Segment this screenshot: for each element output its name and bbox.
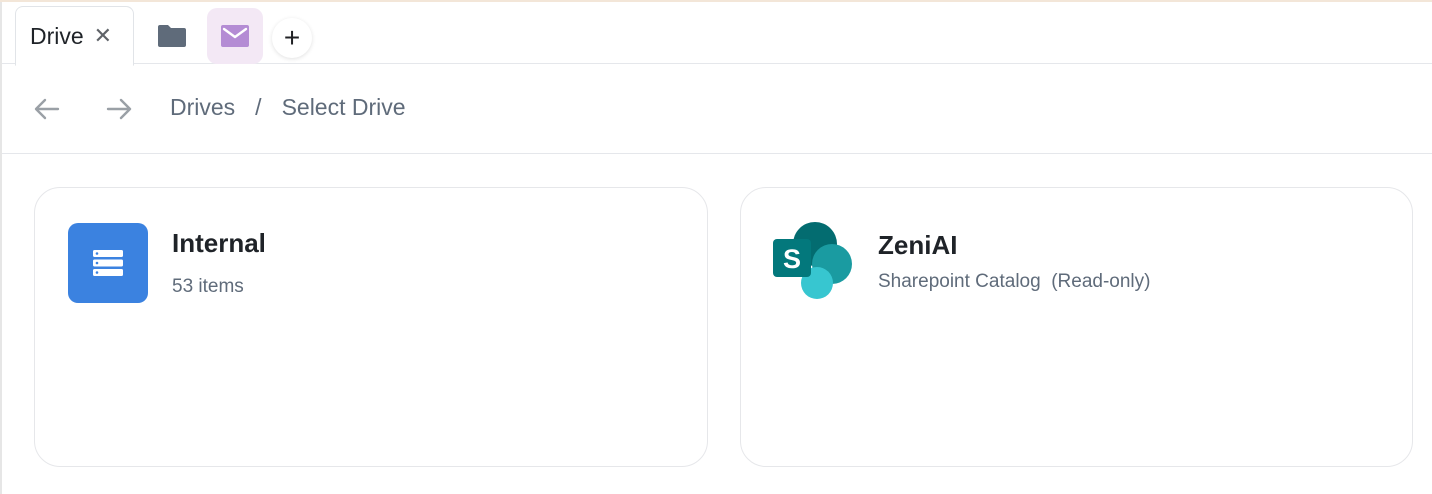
sharepoint-icon: S xyxy=(773,222,852,299)
breadcrumb-drives[interactable]: Drives xyxy=(170,94,235,121)
breadcrumb-current: Select Drive xyxy=(281,94,406,120)
tab-drive-label: Drive xyxy=(30,22,84,49)
navigation-bar: Drives / Select Drive xyxy=(2,64,1432,154)
drive-name: Internal xyxy=(172,228,266,258)
add-tab-button[interactable]: + xyxy=(272,18,312,58)
server-icon xyxy=(68,223,148,303)
tab-mail[interactable] xyxy=(207,8,263,64)
drive-card-zeniai[interactable]: S ZeniAI Sharepoint Catalog (Read-only) xyxy=(740,187,1413,467)
drive-item-count: 53 items xyxy=(172,276,244,297)
tab-bar: Drive ✕ + xyxy=(2,2,1432,66)
tab-folder[interactable] xyxy=(144,8,200,64)
breadcrumb-separator: / xyxy=(255,94,262,120)
close-icon[interactable]: ✕ xyxy=(94,25,112,47)
drive-card-internal[interactable]: Internal 53 items xyxy=(34,187,708,467)
svg-text:S: S xyxy=(783,244,801,274)
drive-name: ZeniAI xyxy=(878,230,958,260)
arrow-right-icon[interactable] xyxy=(102,92,136,126)
drive-type: Sharepoint Catalog (Read-only) xyxy=(878,271,1151,292)
breadcrumb: Drives / Select Drive xyxy=(170,94,406,121)
mail-icon xyxy=(221,25,249,47)
tab-drive[interactable]: Drive ✕ xyxy=(15,6,134,66)
folder-icon xyxy=(158,25,186,47)
arrow-left-icon[interactable] xyxy=(30,92,64,126)
